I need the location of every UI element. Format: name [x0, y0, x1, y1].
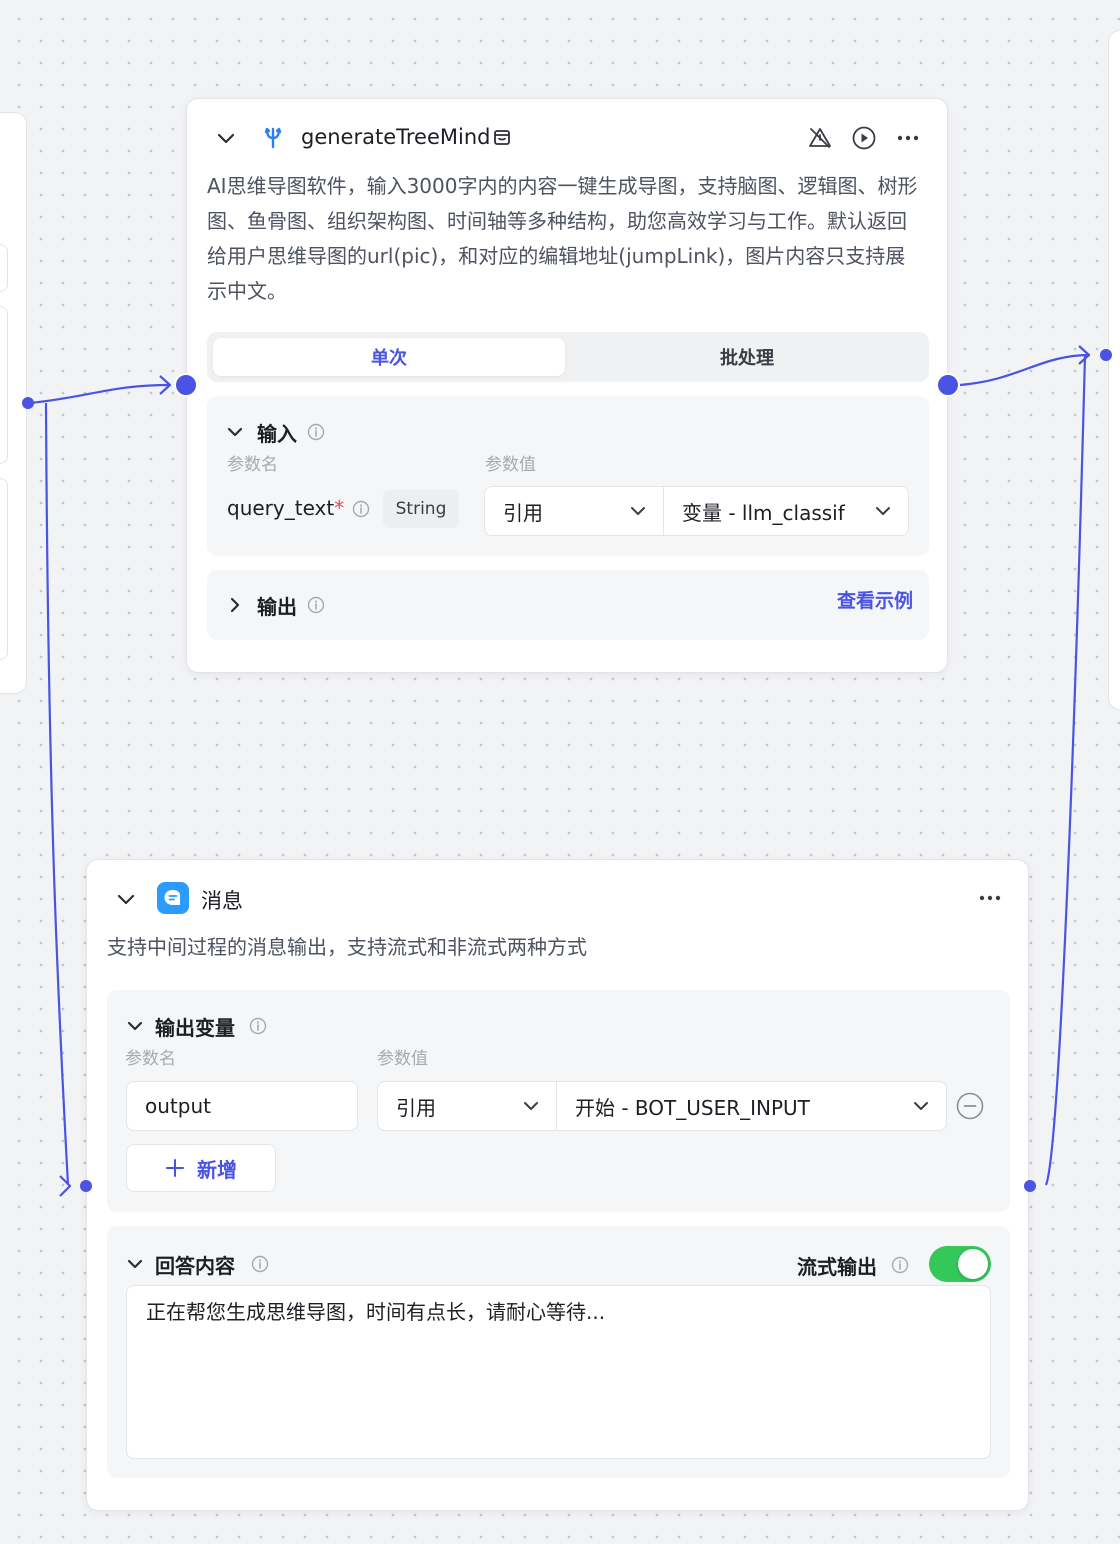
var-value-column-label: 参数值 — [377, 1049, 428, 1069]
stream-output-label: 流式输出 — [797, 1255, 877, 1279]
chat-bubble-icon — [164, 890, 181, 905]
var-ref-mode-select[interactable]: 引用 — [377, 1081, 557, 1131]
message-more-options-icon[interactable] — [977, 887, 1003, 909]
input-section: 输入 参数名 参数值 query_text* String 引用 变量 - ll… — [207, 396, 929, 556]
plus-icon — [166, 1159, 184, 1177]
param-name-text: query_text — [227, 496, 335, 520]
answer-content-textarea[interactable]: 正在帮您生成思维导图，时间有点长，请耐心等待... — [126, 1285, 991, 1459]
stream-output-info-icon[interactable] — [891, 1256, 909, 1274]
node-description: AI思维导图软件，输入3000字内的内容一键生成导图，支持脑图、逻辑图、树形图、… — [207, 174, 918, 303]
stream-output-toggle[interactable] — [929, 1246, 991, 1282]
left-node-output-port[interactable] — [22, 397, 34, 409]
message-node[interactable]: 消息 支持中间过程的消息输出，支持流式和非流式两种方式 输出变量 参数名 参数值… — [86, 859, 1029, 1511]
tool-node-input-port[interactable] — [174, 373, 198, 397]
output-expand-chevron-icon[interactable] — [225, 595, 245, 615]
input-collapse-chevron-icon[interactable] — [225, 422, 245, 442]
output-vars-info-icon[interactable] — [249, 1017, 267, 1035]
run-test-icon[interactable] — [851, 125, 877, 151]
input-info-icon[interactable] — [307, 423, 325, 441]
param-value-column-label: 参数值 — [485, 455, 536, 475]
var-ref-value-select[interactable]: 开始 - BOT_USER_INPUT — [557, 1081, 947, 1131]
edge-left-to-message — [44, 402, 70, 1186]
answer-content-section: 回答内容 流式输出 正在帮您生成思维导图，时间有点长，请耐心等待... — [107, 1226, 1010, 1478]
collapse-chevron-icon[interactable] — [215, 127, 237, 149]
add-variable-label: 新增 — [197, 1157, 237, 1182]
tab-batch-label: 批处理 — [720, 348, 774, 369]
output-info-icon[interactable] — [307, 596, 325, 614]
answer-title: 回答内容 — [155, 1254, 235, 1278]
message-node-title: 消息 — [201, 889, 243, 913]
tab-single[interactable]: 单次 — [213, 338, 565, 376]
add-variable-button[interactable]: 新增 — [126, 1144, 276, 1192]
message-node-icon — [157, 882, 189, 914]
var-ref-value-chevron-down-icon — [914, 1102, 928, 1110]
ref-variable-select[interactable]: 变量 - llm_classif — [664, 486, 909, 536]
param-name-query-text: query_text* — [227, 496, 344, 520]
ref-mode-chevron-down-icon — [631, 507, 645, 515]
var-ref-mode-chevron-down-icon — [524, 1102, 538, 1110]
tab-single-label: 单次 — [371, 348, 407, 369]
tab-batch[interactable]: 批处理 — [571, 338, 923, 376]
var-ref-mode-value: 引用 — [396, 1095, 436, 1120]
view-example-link[interactable]: 查看示例 — [837, 586, 913, 613]
output-variables-section: 输出变量 参数名 参数值 output 引用 开始 - BOT_USER_INP… — [107, 990, 1010, 1212]
plugin-icon — [264, 127, 282, 149]
required-mark: * — [334, 496, 345, 520]
ref-variable-chevron-down-icon — [876, 507, 890, 515]
param-type-tag: String — [383, 490, 459, 528]
alert-off-icon[interactable] — [807, 125, 833, 151]
edge-left-to-tool — [29, 383, 171, 405]
store-icon[interactable] — [493, 128, 511, 146]
answer-collapse-chevron-icon[interactable] — [125, 1254, 145, 1274]
answer-content-text: 正在帮您生成思维导图，时间有点长，请耐心等待... — [146, 1300, 606, 1324]
var-name-input[interactable]: output — [126, 1081, 358, 1131]
answer-info-icon[interactable] — [251, 1255, 269, 1273]
var-name-value: output — [145, 1094, 211, 1118]
edge-message-to-right — [1044, 354, 1087, 1186]
input-section-title: 输入 — [257, 422, 297, 446]
tool-node-generate-tree-mind[interactable]: generateTreeMind AI思维导图软件，输入3000字内的内容一键生… — [186, 98, 948, 673]
ref-mode-select[interactable]: 引用 — [484, 486, 664, 536]
output-section: 输出 查看示例 — [207, 570, 929, 640]
right-node-input-port[interactable] — [1100, 349, 1112, 361]
remove-variable-icon[interactable] — [955, 1091, 985, 1121]
toggle-knob — [958, 1249, 988, 1279]
node-title: generateTreeMind — [301, 125, 491, 149]
more-options-icon[interactable] — [895, 127, 921, 149]
param-name-column-label: 参数名 — [227, 455, 278, 475]
edge-tool-to-right — [959, 353, 1091, 387]
var-name-column-label: 参数名 — [125, 1049, 176, 1069]
message-collapse-chevron-icon[interactable] — [115, 888, 137, 910]
ref-variable-value: 变量 - llm_classif — [682, 500, 845, 525]
message-node-description: 支持中间过程的消息输出，支持流式和非流式两种方式 — [107, 935, 587, 959]
message-node-output-port[interactable] — [1024, 1180, 1036, 1192]
param-info-icon[interactable] — [352, 500, 370, 518]
mode-tabs: 单次 批处理 — [207, 332, 929, 382]
message-node-input-port[interactable] — [80, 1180, 92, 1192]
tool-node-output-port[interactable] — [936, 373, 960, 397]
output-section-title: 输出 — [257, 595, 297, 619]
output-vars-collapse-chevron-icon[interactable] — [125, 1016, 145, 1036]
output-vars-title: 输出变量 — [155, 1016, 235, 1040]
var-ref-value: 开始 - BOT_USER_INPUT — [575, 1095, 810, 1120]
ref-mode-value: 引用 — [503, 500, 543, 525]
